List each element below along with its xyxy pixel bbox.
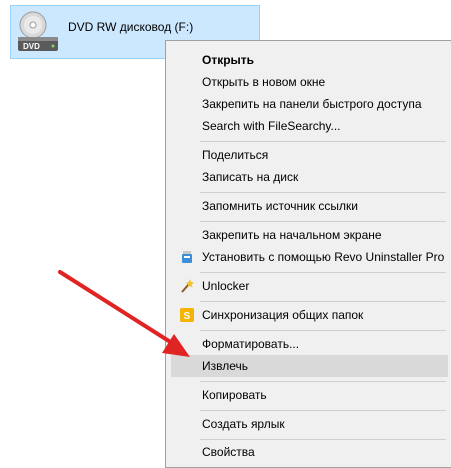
menu-item-label: Запомнить источник ссылки [202,199,358,213]
menu-item-remember-link-source[interactable]: Запомнить источник ссылки [171,195,448,217]
menu-item-label: Форматировать... [202,337,300,351]
menu-item-label: Записать на диск [202,170,299,184]
menu-item-unlocker[interactable]: Unlocker [171,275,448,297]
menu-item-label: Открыть [202,53,255,67]
menu-separator [200,272,446,273]
menu-item-share[interactable]: Поделиться [171,144,448,166]
menu-item-revo-install[interactable]: Установить с помощью Revo Uninstaller Pr… [171,246,448,268]
menu-item-label: Создать ярлык [202,417,285,431]
menu-item-burn-to-disc[interactable]: Записать на диск [171,166,448,188]
menu-item-copy[interactable]: Копировать [171,384,448,406]
menu-item-label: Search with FileSearchy... [202,119,341,133]
menu-item-label: Поделиться [202,148,269,162]
menu-separator [200,221,446,222]
menu-item-open[interactable]: Открыть [171,49,448,71]
menu-separator [200,381,446,382]
dvd-badge: DVD [23,42,40,51]
menu-item-label: Закрепить на панели быстрого доступа [202,97,422,111]
revo-uninstaller-icon [182,251,192,263]
menu-separator [200,192,446,193]
menu-item-label: Синхронизация общих папок [202,308,364,322]
menu-item-pin-start[interactable]: Закрепить на начальном экране [171,224,448,246]
menu-separator [200,330,446,331]
context-menu: Открыть Открыть в новом окне Закрепить н… [165,40,451,468]
dvd-drive-icon: DVD [18,11,58,51]
menu-item-filesearchy[interactable]: Search with FileSearchy... [171,115,448,137]
menu-item-label: Unlocker [202,279,250,293]
drive-label: DVD RW дисковод (F:) [68,20,194,34]
menu-item-label: Установить с помощью Revo Uninstaller Pr… [202,250,445,264]
menu-item-eject[interactable]: Извлечь [171,355,448,377]
menu-item-label: Свойства [202,445,255,459]
unlocker-wand-icon [181,279,194,293]
menu-item-label: Извлечь [202,359,249,373]
menu-item-format[interactable]: Форматировать... [171,333,448,355]
menu-item-label: Закрепить на начальном экране [202,228,382,242]
menu-separator [200,439,446,440]
menu-item-create-shortcut[interactable]: Создать ярлык [171,413,448,435]
menu-item-open-new-window[interactable]: Открыть в новом окне [171,71,448,93]
sync-folders-icon: S [180,308,194,322]
menu-item-label: Открыть в новом окне [202,75,326,89]
menu-separator [200,301,446,302]
menu-item-properties[interactable]: Свойства [171,441,448,463]
menu-item-pin-quick-access[interactable]: Закрепить на панели быстрого доступа [171,93,448,115]
menu-separator [200,410,446,411]
svg-text:S: S [184,311,191,322]
menu-item-sync-folders[interactable]: S Синхронизация общих папок [171,304,448,326]
menu-item-label: Копировать [202,388,267,402]
menu-separator [200,141,446,142]
